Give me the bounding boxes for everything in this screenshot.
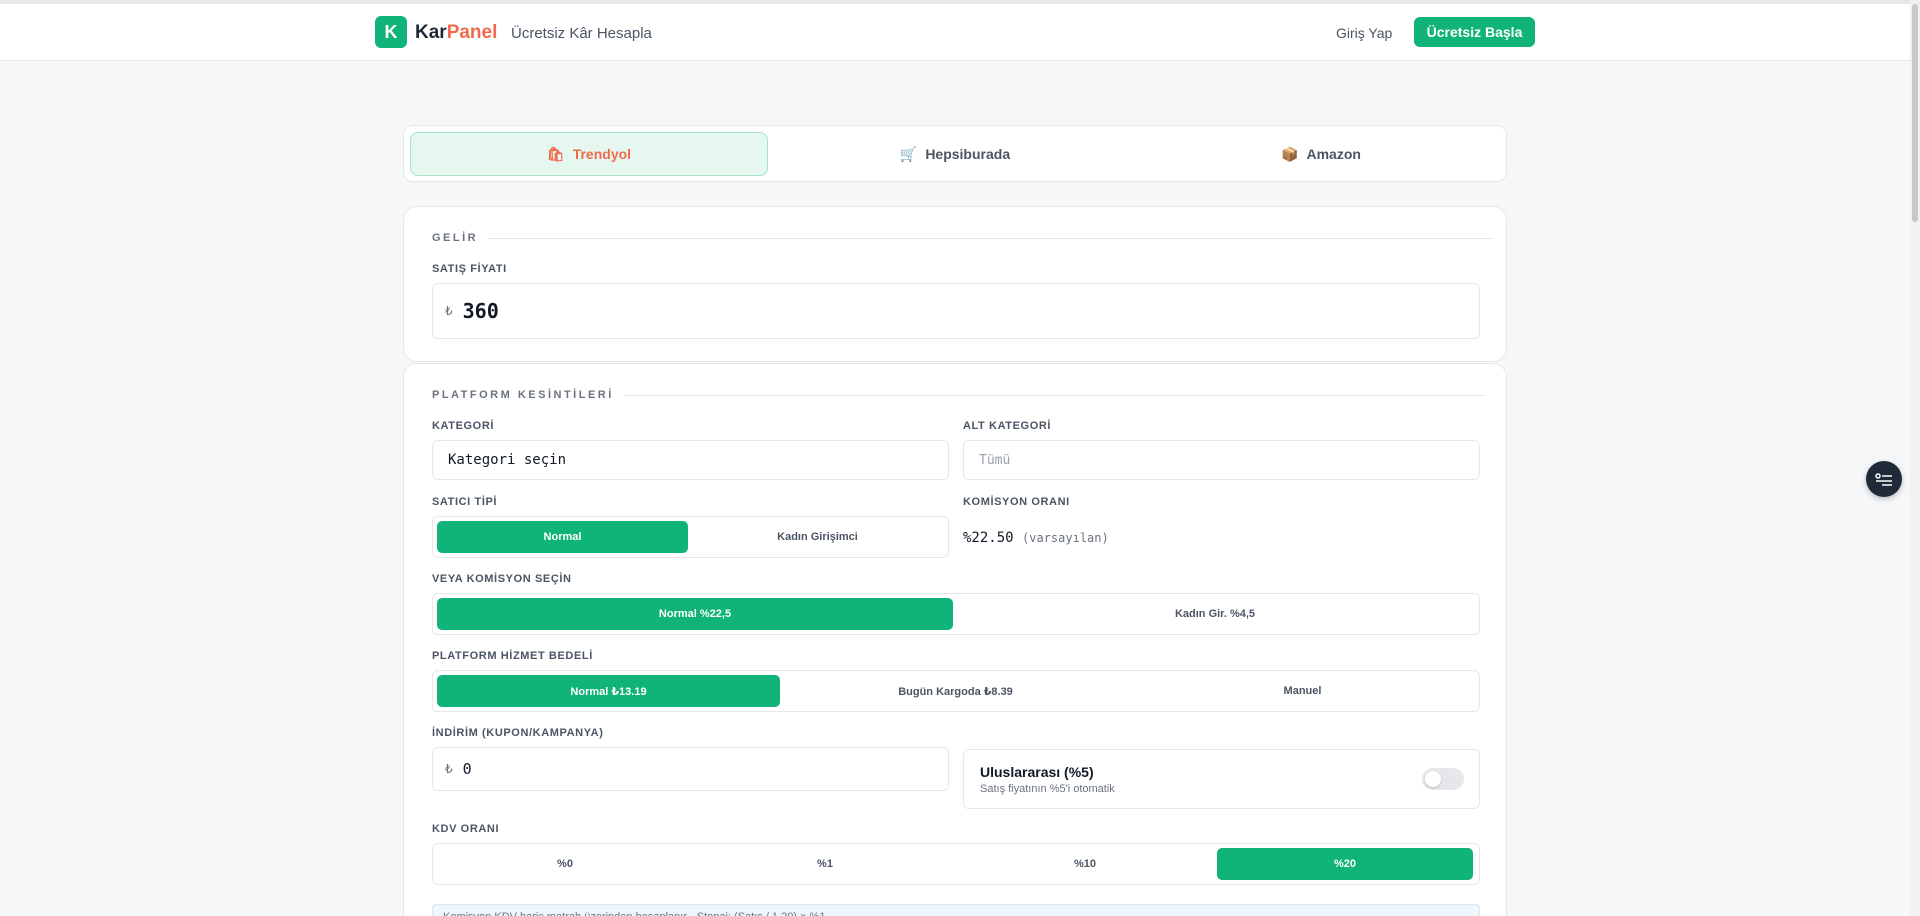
brand-part2: Panel [446,22,498,43]
switch-knob [1425,771,1441,787]
income-card: GELİR SATIŞ FİYATI ₺ 360 [403,206,1507,362]
commission-value: %22.50 [963,530,1014,546]
price-input[interactable]: ₺ 360 [432,283,1480,339]
tab-amazon[interactable]: 📦 Amazon [1142,132,1500,176]
international-subtitle: Satış fiyatının %5'i otomatik [980,783,1115,795]
section-title-deductions: PLATFORM KESİNTİLERİ [432,389,1486,401]
divider [623,394,1486,396]
vat-label: KDV ORANI [432,823,500,835]
calculation-note: Komisyon KDV hariç matrah üzerinden hesa… [432,904,1480,916]
start-free-button[interactable]: Ücretsiz Başla [1414,17,1535,47]
brand-name[interactable]: KarPanel [415,22,497,44]
vat-option-1[interactable]: %1 [697,848,953,880]
commission-options: Normal %22,5 Kadın Gir. %4,5 [432,593,1480,635]
lira-icon: ₺ [445,304,453,318]
subcategory-label: ALT KATEGORİ [963,420,1052,432]
international-title: Uluslararası (%5) [980,764,1094,780]
service-fee-options: Normal ₺13.19 Bugün Kargoda ₺8.39 Manuel [432,670,1480,712]
seller-type-label: SATICI TİPİ [432,496,498,508]
commission-pick-label: VEYA KOMİSYON SEÇİN [432,573,572,585]
service-fee-normal[interactable]: Normal ₺13.19 [437,675,780,707]
discount-label: İNDİRİM (KUPON/KAMPANYA) [432,727,604,739]
logo-mark[interactable]: K [375,16,407,48]
deductions-card: PLATFORM KESİNTİLERİ KATEGORİ Kategori s… [403,363,1507,916]
discount-value: 0 [462,760,472,778]
login-link[interactable]: Giriş Yap [1336,25,1392,41]
seller-type-woman-entrepreneur[interactable]: Kadın Girişimci [692,521,943,553]
shopping-bag-icon: 🛍 [546,145,565,162]
lira-icon: ₺ [445,762,453,776]
tab-hepsiburada[interactable]: 🛒 Hepsiburada [776,132,1134,176]
vat-option-0[interactable]: %0 [437,848,693,880]
price-value: 360 [462,299,499,323]
commission-option-woman[interactable]: Kadın Gir. %4,5 [957,598,1473,630]
discount-input[interactable]: ₺ 0 [432,747,949,791]
vat-option-10[interactable]: %10 [957,848,1213,880]
category-value: Kategori seçin [448,452,567,468]
cart-icon: 🛒 [899,145,918,162]
subcategory-placeholder: Tümü [979,452,1011,468]
nav-free-profit-calc[interactable]: Ücretsiz Kâr Hesapla [511,25,652,42]
section-title-income: GELİR [432,232,1494,244]
tab-label: Trendyol [572,146,632,162]
filter-list-icon [1875,473,1892,486]
platform-tabs: 🛍 Trendyol 🛒 Hepsiburada 📦 Amazon [403,125,1507,182]
brand-part1: Kar [415,22,447,43]
vat-options: %0 %1 %10 %20 [432,843,1480,885]
price-label: SATIŞ FİYATI [432,263,507,275]
commission-label: KOMİSYON ORANI [963,496,1070,508]
commission-option-normal[interactable]: Normal %22,5 [437,598,953,630]
seller-type-normal[interactable]: Normal [437,521,688,553]
tab-label: Amazon [1306,146,1361,162]
commission-note: (varsayılan) [1022,531,1109,545]
seller-type-toggle: Normal Kadın Girişimci [432,516,949,558]
service-fee-manual[interactable]: Manuel [1131,675,1474,707]
commission-display: %22.50 (varsayılan) [963,529,1109,547]
vat-option-20[interactable]: %20 [1217,848,1473,880]
international-switch[interactable] [1422,768,1464,790]
service-fee-today-cargo[interactable]: Bugün Kargoda ₺8.39 [784,675,1127,707]
package-icon: 📦 [1281,145,1299,162]
section-title-text: PLATFORM KESİNTİLERİ [432,389,614,401]
filter-list-button[interactable] [1866,461,1902,497]
category-label: KATEGORİ [432,420,495,432]
subcategory-select[interactable]: Tümü [963,440,1480,480]
section-title-text: GELİR [432,232,479,244]
service-fee-label: PLATFORM HİZMET BEDELİ [432,650,593,662]
category-select[interactable]: Kategori seçin [432,440,949,480]
tab-label: Hepsiburada [925,146,1011,162]
top-navbar: K KarPanel Ücretsiz Kâr Hesapla Giriş Ya… [0,4,1915,61]
tab-trendyol[interactable]: 🛍 Trendyol [410,132,768,176]
international-toggle-card[interactable]: Uluslararası (%5) Satış fiyatının %5'i o… [963,749,1480,809]
divider [488,237,1494,239]
scrollbar-thumb[interactable] [1912,4,1918,222]
